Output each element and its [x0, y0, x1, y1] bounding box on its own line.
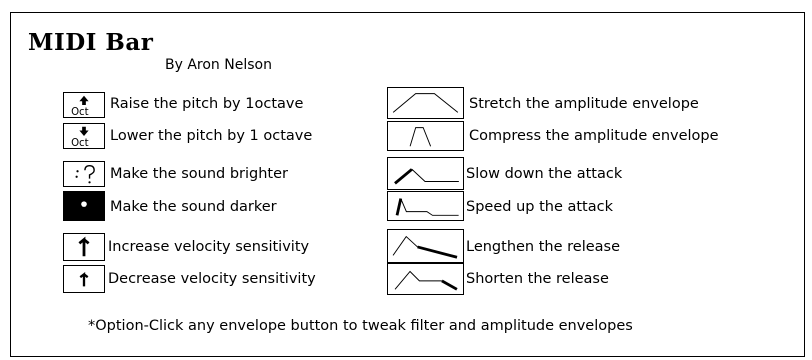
shorten-release-label: Shorten the release	[466, 271, 609, 287]
slow-attack-label: Slow down the attack	[466, 166, 623, 182]
fast-attack-icon	[395, 198, 459, 216]
octave-up-label: Raise the pitch by 1octave	[110, 96, 304, 112]
velocity-down-icon	[79, 272, 89, 287]
window-title: MIDI Bar	[28, 29, 154, 56]
darker-label: Make the sound darker	[110, 199, 277, 215]
lengthen-release-icon	[392, 235, 458, 259]
velocity-up-label: Increase velocity sensitivity	[108, 239, 310, 255]
author-byline: By Aron Nelson	[165, 57, 272, 73]
stretch-envelope-button[interactable]	[387, 87, 464, 119]
octave-up-button[interactable]: Oct	[63, 92, 105, 118]
velocity-down-label: Decrease velocity sensitivity	[108, 271, 316, 287]
shorten-release-button[interactable]	[387, 263, 464, 295]
option-click-footnote: *Option-Click any envelope button to twe…	[88, 318, 633, 334]
octave-down-button[interactable]: Oct	[63, 123, 105, 149]
lengthen-release-button[interactable]	[387, 229, 464, 263]
velocity-up-button[interactable]	[63, 233, 105, 261]
slow-attack-icon	[394, 168, 459, 185]
stretch-envelope-icon	[392, 93, 459, 113]
brighter-label: Make the sound brighter	[110, 166, 288, 182]
octave-up-icon: Oct	[71, 95, 89, 117]
darker-button[interactable]	[63, 191, 105, 221]
shorten-release-icon	[394, 270, 458, 291]
compress-envelope-label: Compress the amplitude envelope	[469, 128, 719, 144]
compress-envelope-button[interactable]	[387, 121, 464, 151]
fast-attack-button[interactable]	[387, 191, 464, 221]
octave-down-icon: Oct	[71, 126, 89, 148]
svg-text:Oct: Oct	[71, 107, 89, 117]
velocity-down-button[interactable]	[63, 265, 105, 293]
svg-text:Oct: Oct	[71, 138, 89, 148]
octave-down-label: Lower the pitch by 1 octave	[110, 128, 313, 144]
brighter-icon	[75, 164, 95, 184]
darker-icon	[81, 201, 87, 207]
slow-attack-button[interactable]	[387, 157, 464, 190]
stretch-envelope-label: Stretch the amplitude envelope	[469, 96, 699, 112]
fast-attack-label: Speed up the attack	[466, 199, 613, 215]
lengthen-release-label: Lengthen the release	[466, 239, 621, 255]
compress-envelope-icon	[409, 127, 432, 147]
velocity-up-icon	[78, 236, 90, 257]
brighter-button[interactable]	[63, 161, 105, 187]
